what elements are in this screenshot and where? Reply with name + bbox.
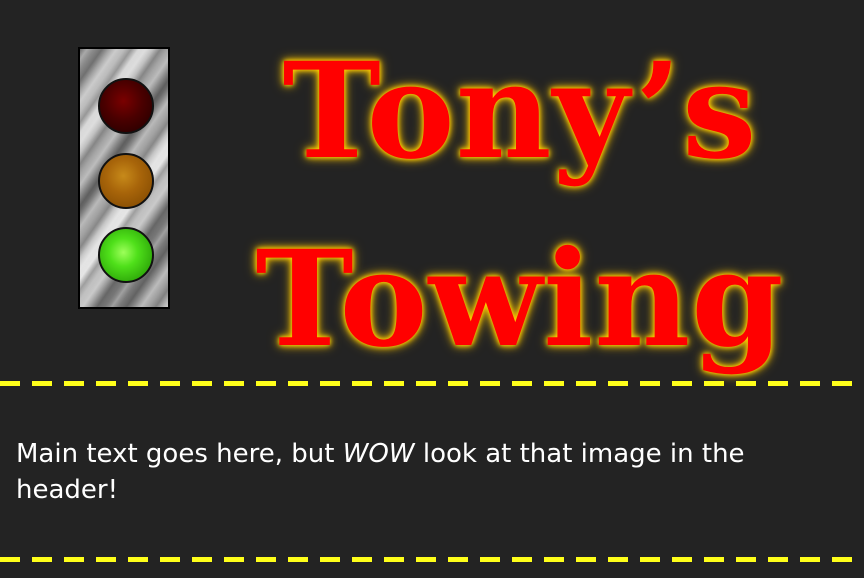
traffic-light-image [78, 47, 170, 309]
footer-divider [0, 557, 864, 562]
amber-light-icon [98, 153, 154, 209]
site-title-line2: Towing [255, 222, 785, 377]
red-light-icon [98, 78, 154, 134]
green-light-icon [98, 227, 154, 283]
main-text-emphasis: WOW [342, 439, 415, 469]
site-title: Tony’s Towing [210, 18, 830, 394]
page-header: Tony’s Towing [0, 0, 864, 380]
header-divider [0, 381, 864, 386]
site-title-line1: Tony’s [282, 34, 758, 189]
main-text-start: Main text goes here, but [16, 439, 343, 469]
main-text: Main text goes here, but WOW look at tha… [16, 436, 836, 508]
